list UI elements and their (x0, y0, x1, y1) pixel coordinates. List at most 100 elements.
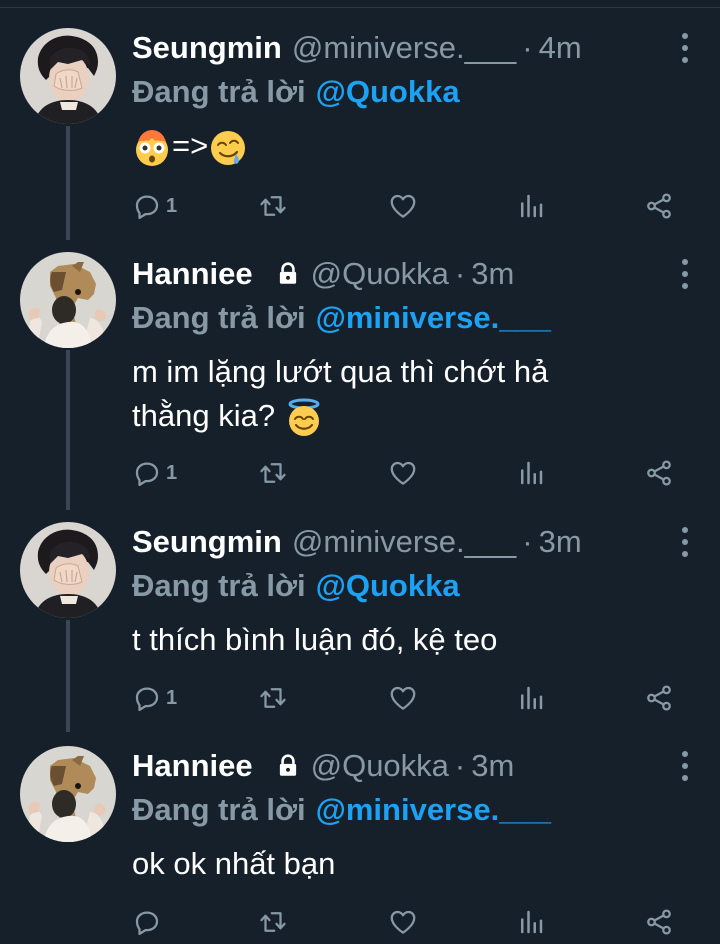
share-button[interactable] (644, 186, 674, 226)
replying-to-label: Đang trả lời (132, 568, 306, 603)
stats-button[interactable] (516, 453, 546, 493)
heart-icon (388, 683, 418, 713)
share-button[interactable] (644, 902, 674, 942)
display-name[interactable]: Seungmin (132, 30, 282, 66)
timestamp[interactable]: 3m (471, 256, 514, 292)
like-button[interactable] (388, 902, 418, 942)
like-button[interactable] (388, 678, 418, 718)
share-button[interactable] (644, 453, 674, 493)
drooling-face-emoji (208, 128, 248, 168)
stats-icon (516, 907, 546, 937)
thread-line (66, 350, 70, 510)
reply-icon (132, 907, 162, 937)
stats-icon (516, 191, 546, 221)
tweet-text: t thích bình luận đó, kệ teo (132, 622, 498, 657)
tweet-text-line: thằng kia? (132, 394, 692, 438)
reply-button[interactable]: 1 (132, 678, 177, 718)
avatar[interactable] (20, 522, 116, 618)
replying-to-label: Đang trả lời (132, 792, 306, 827)
reply-count: 1 (166, 461, 178, 484)
replying-to-handle[interactable]: @miniverse.___ (316, 300, 551, 336)
user-handle[interactable]: @Quokka (311, 256, 449, 292)
tweet-text-line: m im lặng lướt qua thì chớt hả (132, 354, 549, 389)
separator-dot: · (454, 748, 466, 783)
replying-to: Đang trả lời @Quokka (132, 72, 460, 112)
replying-to-handle[interactable]: @miniverse.___ (316, 792, 551, 828)
separator-dot: · (522, 524, 533, 559)
reply-button[interactable]: 1 (132, 453, 177, 493)
share-icon (644, 683, 674, 713)
stats-button[interactable] (516, 186, 546, 226)
tweet-header: Seungmin @miniverse.___ · 4m (132, 28, 720, 68)
tweet[interactable]: Hanniee @Quokka · 3m Đang trả lời @miniv… (0, 240, 720, 510)
replying-to-label: Đang trả lời (132, 74, 306, 109)
share-button[interactable] (644, 678, 674, 718)
stats-button[interactable] (516, 678, 546, 718)
heart-icon (388, 191, 418, 221)
more-vertical-icon[interactable] (680, 33, 690, 63)
avatar[interactable] (20, 252, 116, 348)
avatar[interactable] (20, 746, 116, 842)
timestamp[interactable]: 3m (471, 748, 514, 784)
share-icon (644, 458, 674, 488)
halo-face-emoji (284, 398, 324, 438)
more-vertical-icon[interactable] (680, 751, 690, 781)
thread-line (66, 126, 70, 240)
reply-icon (132, 458, 162, 488)
thread-line (66, 620, 70, 732)
display-name[interactable]: Hanniee (132, 748, 253, 784)
replying-to-handle[interactable]: @Quokka (316, 568, 460, 604)
display-name[interactable]: Hanniee (132, 256, 253, 292)
tweet-text: => (132, 124, 692, 168)
tweet-text: m im lặng lướt qua thì chớt hả thằng kia… (132, 350, 692, 438)
avatar-image (20, 522, 116, 618)
action-bar (132, 902, 688, 942)
separator-dot: · (522, 30, 533, 65)
timestamp[interactable]: 3m (539, 524, 582, 560)
retweet-button[interactable] (258, 453, 288, 493)
like-button[interactable] (388, 186, 418, 226)
stats-icon (516, 458, 546, 488)
avatar-image (20, 28, 116, 124)
replying-to: Đang trả lời @miniverse.___ (132, 298, 551, 338)
stats-icon (516, 683, 546, 713)
reply-button[interactable]: 1 (132, 186, 177, 226)
timestamp[interactable]: 4m (539, 30, 582, 66)
user-handle[interactable]: @miniverse.___ (292, 524, 516, 560)
like-button[interactable] (388, 453, 418, 493)
heart-icon (388, 907, 418, 937)
tweet[interactable]: Seungmin @miniverse.___ · 3m Đang trả lờ… (0, 510, 720, 732)
user-handle[interactable]: @Quokka (311, 748, 449, 784)
retweet-icon (258, 907, 288, 937)
action-bar: 1 (132, 453, 688, 493)
lock-icon (275, 753, 301, 779)
display-name[interactable]: Seungmin (132, 524, 282, 560)
retweet-button[interactable] (258, 902, 288, 942)
action-bar: 1 (132, 678, 688, 718)
tweet[interactable]: Hanniee @Quokka · 3m Đang trả lời @miniv… (0, 732, 720, 944)
more-vertical-icon[interactable] (680, 527, 690, 557)
separator-dot: · (454, 256, 466, 291)
more-vertical-icon[interactable] (680, 259, 690, 289)
action-bar: 1 (132, 186, 688, 226)
retweet-button[interactable] (258, 678, 288, 718)
retweet-icon (258, 191, 288, 221)
replying-to-handle[interactable]: @Quokka (316, 74, 460, 110)
tweet[interactable]: Seungmin @miniverse.___ · 4m Đang trả lờ… (0, 0, 720, 240)
reply-icon (132, 683, 162, 713)
reply-button[interactable] (132, 902, 166, 942)
replying-to: Đang trả lời @Quokka (132, 566, 460, 606)
avatar-image (20, 746, 116, 842)
reply-icon (132, 191, 162, 221)
replying-to-label: Đang trả lời (132, 300, 306, 335)
avatar-image (20, 252, 116, 348)
tweet-header: Hanniee @Quokka · 3m (132, 746, 720, 786)
user-handle[interactable]: @miniverse.___ (292, 30, 516, 66)
tweet-emoji-text: => (172, 128, 209, 163)
tweet-text: ok ok nhất bạn (132, 846, 336, 881)
retweet-button[interactable] (258, 186, 288, 226)
stats-button[interactable] (516, 902, 546, 942)
tweet-header: Hanniee @Quokka · 3m (132, 254, 720, 294)
avatar[interactable] (20, 28, 116, 124)
flushed-face-emoji (132, 128, 172, 168)
